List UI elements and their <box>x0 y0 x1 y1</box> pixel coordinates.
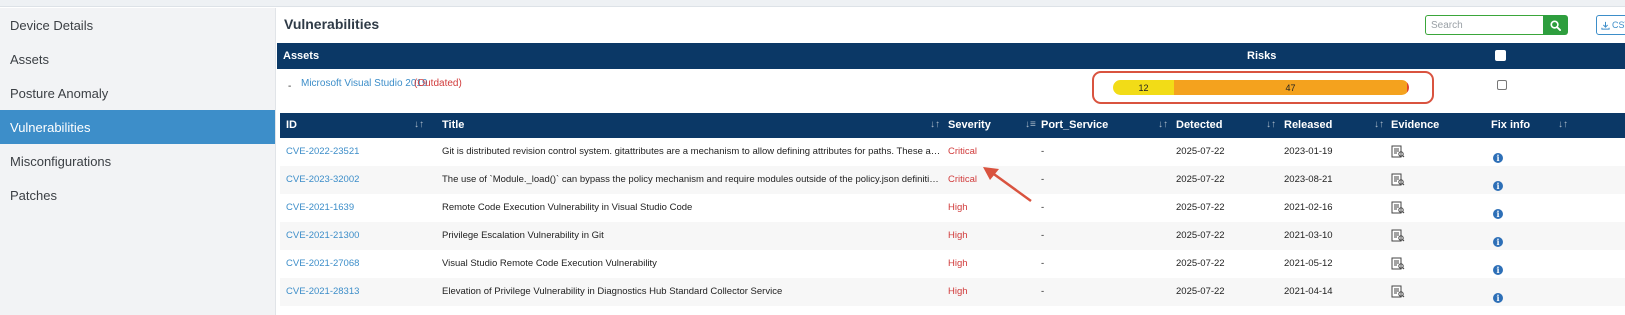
header-title[interactable]: Title <box>442 119 464 131</box>
header-detected[interactable]: Detected <box>1176 119 1222 131</box>
port-service: - <box>1041 258 1045 269</box>
asset-row: - Microsoft Visual Studio 2019 (Outdated… <box>277 69 1625 107</box>
severity-label: Critical <box>948 146 978 157</box>
csv-label: CSV <box>1612 20 1625 30</box>
port-service: - <box>1041 230 1045 241</box>
sort-icon[interactable]: ↓↑ <box>930 119 940 130</box>
released-date: 2023-01-19 <box>1284 146 1333 157</box>
sidebar-item-label: Patches <box>10 187 57 203</box>
detected-date: 2025-07-22 <box>1176 146 1225 157</box>
vuln-title: Git is distributed revision control syst… <box>442 146 942 157</box>
detected-date: 2025-07-22 <box>1176 230 1225 241</box>
table-row: CVE-2021-28313 Elevation of Privilege Vu… <box>280 278 1625 306</box>
evidence-icon[interactable] <box>1391 229 1405 245</box>
sidebar-item-label: Device Details <box>10 17 94 33</box>
download-icon <box>1601 21 1610 30</box>
sort-icon[interactable]: ↓≡ <box>1025 119 1036 130</box>
sidebar-item-vulnerabilities[interactable]: Vulnerabilities <box>0 110 275 144</box>
sidebar-item-label: Assets <box>10 51 50 67</box>
vuln-title: Visual Studio Remote Code Execution Vuln… <box>442 258 657 269</box>
sort-icon[interactable]: ↓↑ <box>414 119 424 130</box>
severity-label: High <box>948 230 968 241</box>
asset-name-link[interactable]: Microsoft Visual Studio 2019 <box>301 78 428 89</box>
table-row: CVE-2021-27068 Visual Studio Remote Code… <box>280 250 1625 278</box>
sort-icon[interactable]: ↓↑ <box>1158 119 1168 130</box>
cve-id-link[interactable]: CVE-2023-32002 <box>286 174 359 185</box>
detected-date: 2025-07-22 <box>1176 286 1225 297</box>
header-port-service[interactable]: Port_Service <box>1041 119 1108 131</box>
sidebar-item-assets[interactable]: Assets <box>0 42 275 76</box>
header-released[interactable]: Released <box>1284 119 1332 131</box>
cve-id-link[interactable]: CVE-2021-28313 <box>286 286 359 297</box>
evidence-icon[interactable] <box>1391 201 1405 217</box>
page-title: Vulnerabilities <box>284 16 380 32</box>
severity-label: High <box>948 202 968 213</box>
sort-icon[interactable]: ↓↑ <box>1374 119 1384 130</box>
top-bar <box>0 0 1625 7</box>
sidebar-item-label: Misconfigurations <box>10 153 112 169</box>
sidebar-item-misconfigurations[interactable]: Misconfigurations <box>0 144 275 178</box>
evidence-icon[interactable] <box>1391 285 1405 301</box>
collapse-toggle[interactable]: - <box>288 81 291 92</box>
search-button[interactable] <box>1543 15 1568 35</box>
released-date: 2021-04-14 <box>1284 286 1333 297</box>
detected-date: 2025-07-22 <box>1176 258 1225 269</box>
main-content: Vulnerabilities CSV Assets Risks - Micro… <box>277 8 1625 315</box>
sidebar-item-label: Posture Anomaly <box>10 85 109 101</box>
released-date: 2023-08-21 <box>1284 174 1333 185</box>
evidence-icon[interactable] <box>1391 257 1405 273</box>
assets-table-header: Assets Risks <box>277 43 1625 69</box>
header-severity[interactable]: Severity <box>948 119 991 131</box>
evidence-icon[interactable] <box>1391 173 1405 189</box>
vuln-title: The use of `Module._load()` can bypass t… <box>442 174 942 185</box>
port-service: - <box>1041 146 1045 157</box>
sort-icon[interactable]: ↓↑ <box>1558 119 1568 130</box>
cve-id-link[interactable]: CVE-2022-23521 <box>286 146 359 157</box>
sort-icon[interactable]: ↓↑ <box>1266 119 1276 130</box>
released-date: 2021-02-16 <box>1284 202 1333 213</box>
released-date: 2021-03-10 <box>1284 230 1333 241</box>
header-id[interactable]: ID <box>286 119 297 131</box>
vuln-title: Elevation of Privilege Vulnerability in … <box>442 286 783 297</box>
export-csv-button[interactable]: CSV <box>1596 15 1625 35</box>
cve-id-link[interactable]: CVE-2021-21300 <box>286 230 359 241</box>
detected-date: 2025-07-22 <box>1176 174 1225 185</box>
annotation-arrow <box>983 167 1032 203</box>
vuln-title: Privilege Escalation Vulnerability in Gi… <box>442 230 604 241</box>
header-fix-info[interactable]: Fix info <box>1491 119 1530 131</box>
cve-id-link[interactable]: CVE-2021-27068 <box>286 258 359 269</box>
search-input[interactable] <box>1425 15 1543 35</box>
released-date: 2021-05-12 <box>1284 258 1333 269</box>
header-assets: Assets <box>283 50 320 62</box>
search-icon <box>1550 19 1561 31</box>
table-row: CVE-2021-21300 Privilege Escalation Vuln… <box>280 222 1625 250</box>
cve-id-link[interactable]: CVE-2021-1639 <box>286 202 354 213</box>
annotation-highlight-box <box>1092 71 1434 104</box>
table-row: CVE-2023-32002 The use of `Module._load(… <box>280 166 1625 194</box>
sidebar-item-device-details[interactable]: Device Details <box>0 8 275 42</box>
vuln-title: Remote Code Execution Vulnerability in V… <box>442 202 693 213</box>
header-evidence[interactable]: Evidence <box>1391 119 1439 131</box>
detected-date: 2025-07-22 <box>1176 202 1225 213</box>
sidebar-item-label: Vulnerabilities <box>10 119 91 135</box>
table-row: CVE-2021-1639 Remote Code Execution Vuln… <box>280 194 1625 222</box>
port-service: - <box>1041 286 1045 297</box>
severity-label: High <box>948 258 968 269</box>
severity-label: High <box>948 286 968 297</box>
sidebar-item-posture-anomaly[interactable]: Posture Anomaly <box>0 76 275 110</box>
header-risks: Risks <box>1247 50 1277 62</box>
select-all-checkbox[interactable] <box>1495 50 1506 61</box>
row-checkbox[interactable] <box>1497 80 1507 90</box>
sidebar: Device Details Assets Posture Anomaly Vu… <box>0 8 276 315</box>
asset-status: (Outdated) <box>414 78 462 89</box>
table-row: CVE-2022-23521 Git is distributed revisi… <box>280 138 1625 166</box>
vulnerabilities-table-header: ID ↓↑ Title ↓↑ Severity ↓≡ Port_Service … <box>280 113 1625 138</box>
sidebar-item-patches[interactable]: Patches <box>0 178 275 212</box>
severity-label: Critical <box>948 174 978 185</box>
vulnerabilities-table: ID ↓↑ Title ↓↑ Severity ↓≡ Port_Service … <box>280 113 1625 306</box>
evidence-icon[interactable] <box>1391 145 1405 161</box>
